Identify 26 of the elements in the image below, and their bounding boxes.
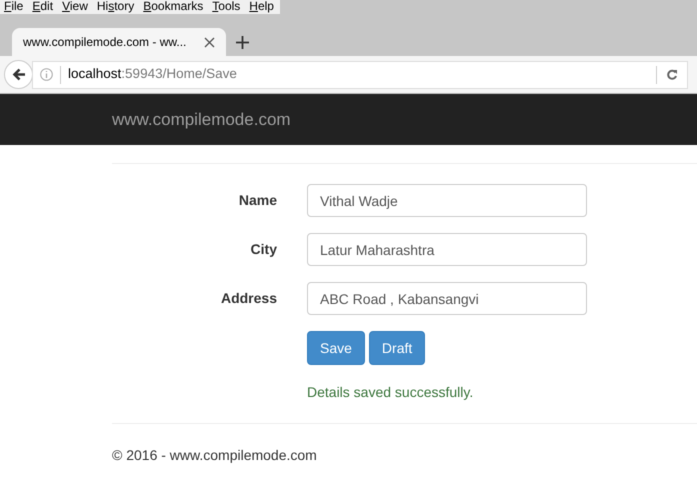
field-label: Name: [238, 191, 277, 210]
menu-item[interactable]: Edit: [32, 0, 54, 14]
menu-item[interactable]: History: [96, 0, 134, 14]
menu-item[interactable]: View: [62, 0, 88, 14]
menu-item[interactable]: Tools: [212, 0, 240, 14]
success-message: Details saved successfully.: [307, 383, 474, 402]
menu-item[interactable]: Help: [249, 0, 274, 14]
field-label: Address: [220, 289, 277, 308]
back-arrow-icon: [12, 68, 26, 81]
action-button[interactable]: Save: [307, 331, 365, 365]
address-field[interactable]: localhost:59943/Home/Save: [32, 60, 688, 88]
close-icon[interactable]: [204, 36, 215, 48]
back-button[interactable]: [4, 60, 33, 89]
menu-item[interactable]: File: [4, 0, 24, 14]
browser-tab[interactable]: www.compilemode.com - ww...: [12, 28, 226, 56]
menu-item[interactable]: Bookmarks: [143, 0, 204, 14]
input-field[interactable]: ABC Road , Kabansangvi: [307, 282, 587, 315]
tab-title: www.compilemode.com - ww...: [23, 34, 186, 51]
input-field[interactable]: Vithal Wadje: [307, 184, 587, 217]
field-label: City: [250, 240, 277, 259]
input-field[interactable]: Latur Maharashtra: [307, 233, 587, 266]
plus-icon[interactable]: [236, 36, 249, 49]
brand-link[interactable]: www.compilemode.com: [112, 106, 291, 132]
footer-text: © 2016 - www.compilemode.com: [112, 446, 318, 465]
reload-icon[interactable]: [666, 68, 678, 80]
action-button[interactable]: Draft: [368, 331, 426, 365]
